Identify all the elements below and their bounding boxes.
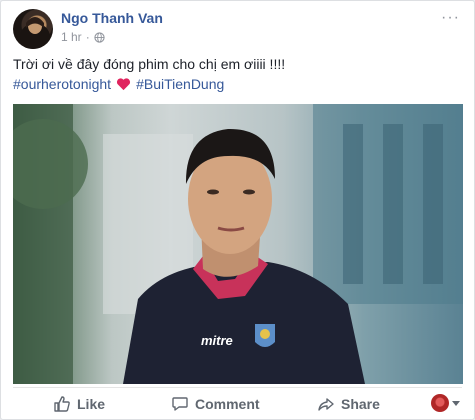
reaction-selector[interactable]: [431, 394, 460, 412]
hashtag-line: #ourherotonight #BuiTienDung: [13, 74, 224, 94]
post-card: Ngo Thanh Van 1 hr · ··· Trời ơi về đây …: [0, 0, 475, 420]
comment-button[interactable]: Comment: [171, 394, 260, 414]
viewer-avatar: [431, 394, 449, 412]
globe-icon[interactable]: [94, 31, 105, 43]
comment-icon: [172, 397, 188, 411]
post-photo[interactable]: mitre: [13, 104, 463, 384]
post-meta: 1 hr ·: [61, 30, 105, 44]
author-avatar[interactable]: [13, 9, 53, 49]
share-button[interactable]: Share: [317, 394, 380, 414]
like-label: Like: [77, 396, 106, 412]
author-name[interactable]: Ngo Thanh Van: [61, 10, 163, 26]
more-options-icon[interactable]: ···: [441, 10, 460, 26]
hashtag-buitiendung[interactable]: #BuiTienDung: [136, 74, 224, 94]
action-bar: Like Comment Share: [13, 387, 462, 418]
heart-icon: [117, 78, 131, 91]
jersey-brand: mitre: [201, 333, 233, 348]
post-text: Trời ơi về đây đóng phim cho chị em ơiii…: [13, 56, 286, 72]
thumbs-up-icon: [54, 396, 70, 412]
chevron-down-icon: [452, 400, 460, 406]
meta-separator: ·: [85, 30, 90, 44]
post-time[interactable]: 1 hr: [61, 30, 82, 44]
hashtag-ourherotonight[interactable]: #ourherotonight: [13, 74, 111, 94]
share-label: Share: [341, 396, 380, 412]
share-icon: [318, 398, 334, 411]
like-button[interactable]: Like: [53, 394, 105, 414]
comment-label: Comment: [195, 396, 260, 412]
post-header: Ngo Thanh Van 1 hr · ···: [13, 9, 462, 49]
